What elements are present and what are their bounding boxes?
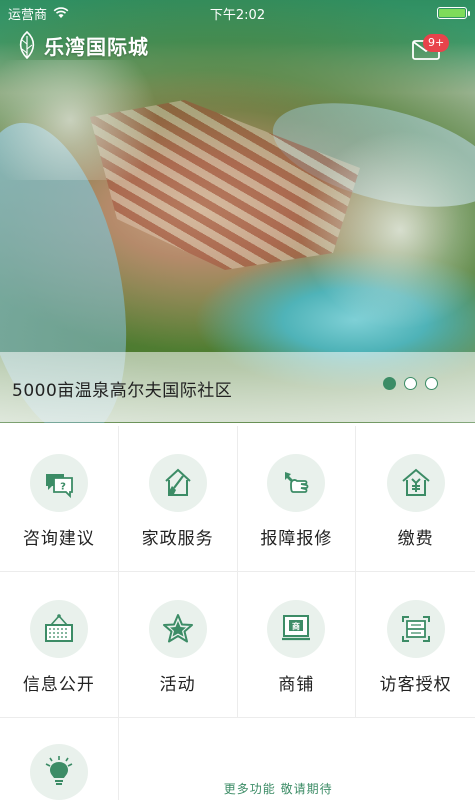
battery-icon: [437, 7, 470, 19]
menu-label-housekeeping: 家政服务: [141, 529, 214, 549]
menu-item-shop[interactable]: 商 商铺: [237, 572, 357, 718]
banner-caption: 5000亩温泉高尔夫国际社区: [12, 381, 233, 401]
coming-soon-text: 更多功能 敬请期待: [223, 782, 333, 796]
battery-fill: [439, 9, 465, 17]
star-icon: [148, 600, 207, 658]
banner-pagination[interactable]: [383, 377, 438, 390]
menu-item-housekeeping[interactable]: 家政服务: [118, 426, 238, 572]
shop-icon: 商: [267, 600, 326, 658]
menu-label-payment: 缴费: [397, 529, 434, 549]
banner-dot-3[interactable]: [425, 377, 438, 390]
menu-label-consult: 咨询建议: [22, 529, 95, 549]
function-grid: ? 咨询建议 家政服务 报障报修 缴费 信息公开 活动 商 商铺 访客授权 更多…: [0, 426, 475, 800]
menu-item-more[interactable]: [0, 718, 119, 800]
menu-item-info-public[interactable]: 信息公开: [0, 572, 119, 718]
menu-label-shop: 商铺: [278, 675, 315, 695]
menu-item-consult[interactable]: ? 咨询建议: [0, 426, 119, 572]
menu-label-repair: 报障报修: [260, 529, 333, 549]
coming-soon-area: 更多功能 敬请期待: [119, 718, 475, 800]
svg-text:?: ?: [60, 482, 66, 493]
payment-icon: [386, 454, 445, 512]
banner-mist: [300, 130, 475, 330]
lightbulb-icon: [29, 744, 88, 800]
banner-dot-1[interactable]: [383, 377, 396, 390]
status-bar: 运营商 下午2:02: [0, 0, 475, 26]
menu-item-repair[interactable]: 报障报修: [237, 426, 357, 572]
status-time: 下午2:02: [209, 7, 266, 23]
housekeeping-icon: [148, 454, 207, 512]
consult-icon: ?: [29, 454, 88, 512]
logo-text: 乐湾国际城: [44, 34, 149, 59]
menu-item-activity[interactable]: 活动: [118, 572, 238, 718]
menu-item-visitor[interactable]: 访客授权: [356, 572, 475, 718]
menu-label-visitor: 访客授权: [379, 675, 452, 695]
menu-label-activity: 活动: [159, 675, 196, 695]
logo-leaf-icon: [19, 30, 35, 60]
visitor-icon: [386, 600, 445, 658]
banner-dot-2[interactable]: [404, 377, 417, 390]
menu-label-info-public: 信息公开: [22, 675, 95, 695]
notice-board-icon: [29, 600, 88, 658]
svg-text:商: 商: [292, 621, 300, 631]
app-logo: 乐湾国际城: [14, 30, 149, 60]
repair-icon: [267, 454, 326, 512]
mail-badge: 9+: [423, 34, 450, 52]
banner-mist-west: [0, 60, 180, 180]
menu-item-payment[interactable]: 缴费: [356, 426, 475, 572]
